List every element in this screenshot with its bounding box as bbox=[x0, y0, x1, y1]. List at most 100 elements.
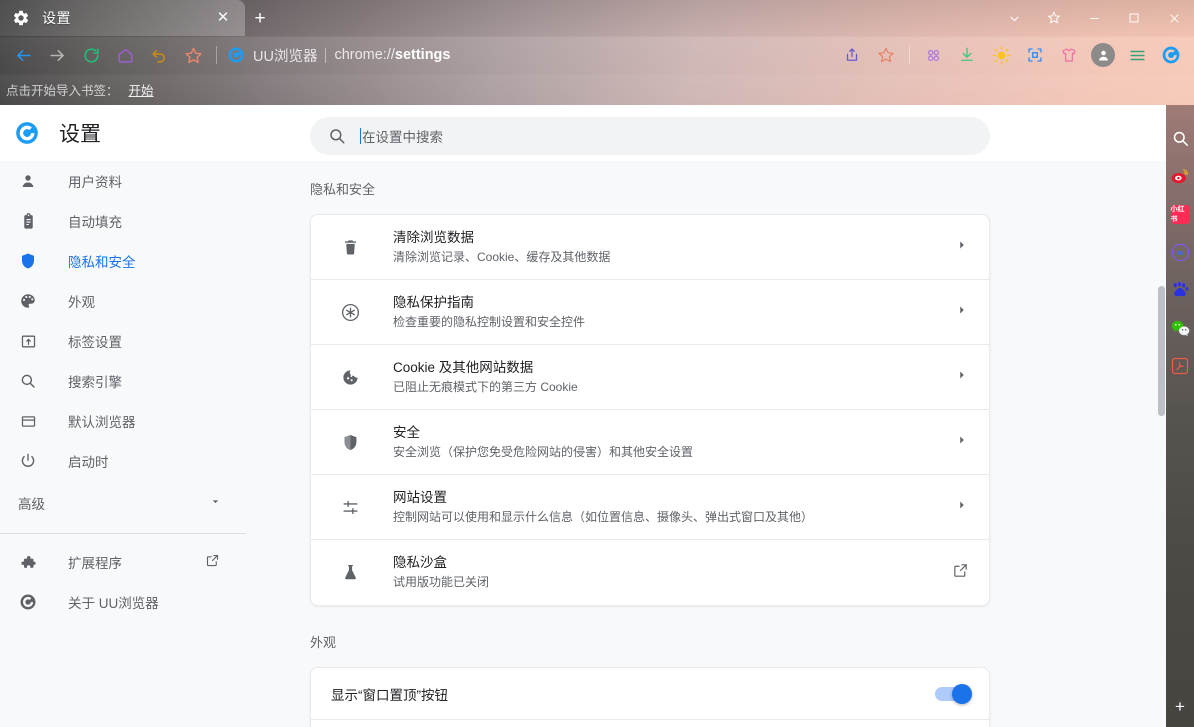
scrollbar-thumb[interactable] bbox=[1158, 286, 1165, 416]
new-tab-button[interactable]: + bbox=[248, 7, 272, 31]
shield-icon bbox=[339, 431, 361, 453]
brightness-icon[interactable] bbox=[984, 38, 1018, 72]
chevron-right-icon[interactable] bbox=[955, 498, 969, 517]
row-privacy-guide[interactable]: 隐私保护指南 检查重要的隐私控制设置和安全控件 bbox=[311, 280, 989, 345]
sidebar-item-default-browser[interactable]: 默认浏览器 bbox=[0, 401, 246, 441]
tab-settings[interactable]: 设置 ✕ bbox=[0, 0, 245, 36]
tab-strip: 设置 ✕ + bbox=[0, 0, 1194, 36]
sidebar-item-label: 搜索引擎 bbox=[68, 371, 122, 391]
row-subtitle: 清除浏览记录、Cookie、缓存及其他数据 bbox=[393, 250, 610, 264]
forward-arrow-icon[interactable] bbox=[40, 38, 74, 72]
skin-icon[interactable] bbox=[1052, 38, 1086, 72]
trash-icon bbox=[339, 236, 361, 258]
sidebar-item-privacy[interactable]: 隐私和安全 bbox=[0, 241, 246, 281]
sidebar-item-search-engine[interactable]: 搜索引擎 bbox=[0, 361, 246, 401]
search-icon bbox=[18, 371, 38, 391]
browser-logo-icon[interactable] bbox=[1154, 38, 1188, 72]
sidebar-item-about[interactable]: 关于 UU浏览器 bbox=[0, 582, 246, 622]
external-link-icon[interactable] bbox=[205, 553, 220, 571]
chevron-right-icon[interactable] bbox=[955, 238, 969, 257]
sliders-icon bbox=[339, 496, 361, 518]
sidebar-item-label: 扩展程序 bbox=[68, 552, 122, 572]
omnibox-url-prefix: chrome:// bbox=[334, 47, 394, 63]
sidebar-item-label: 外观 bbox=[68, 291, 95, 311]
browser-window: 设置 ✕ + bbox=[0, 0, 1194, 727]
sidebar-item-label: 关于 UU浏览器 bbox=[68, 592, 159, 612]
add-panel-button[interactable]: + bbox=[1166, 695, 1194, 719]
weibo-icon[interactable] bbox=[1169, 165, 1191, 187]
row-title: 隐私保护指南 bbox=[393, 295, 474, 310]
sidebar-item-tabs[interactable]: 标签设置 bbox=[0, 321, 246, 361]
sidebar-item-profile[interactable]: 用户资料 bbox=[0, 161, 246, 201]
section-title-privacy: 隐私和安全 bbox=[246, 161, 1166, 198]
chevron-right-icon[interactable] bbox=[955, 368, 969, 387]
chevron-right-icon[interactable] bbox=[955, 303, 969, 322]
section-title-appearance: 外观 bbox=[246, 606, 1166, 651]
omnibox-brand: UU浏览器 bbox=[253, 45, 317, 66]
chevron-right-icon[interactable] bbox=[955, 433, 969, 452]
undo-icon[interactable] bbox=[142, 38, 176, 72]
row-site-settings[interactable]: 网站设置 控制网站可以使用和显示什么信息（如位置信息、摄像头、弹出式窗口及其他） bbox=[311, 475, 989, 540]
sidebar-item-label: 隐私和安全 bbox=[68, 251, 136, 271]
minimize-icon[interactable] bbox=[1074, 0, 1114, 36]
tab-close-icon[interactable]: ✕ bbox=[215, 10, 231, 26]
wechat-icon[interactable] bbox=[1169, 317, 1191, 339]
sidebar-advanced-toggle[interactable]: 高级 bbox=[0, 481, 246, 525]
bookmarks-import-link[interactable]: 开始 bbox=[129, 80, 154, 99]
toggle-show-pin-window[interactable] bbox=[935, 687, 969, 701]
address-bar[interactable]: UU浏览器 chrome://settings bbox=[227, 42, 825, 68]
sidebar-item-startup[interactable]: 启动时 bbox=[0, 441, 246, 481]
row-title: 显示“窗口置顶”按钮 bbox=[331, 684, 935, 704]
shield-icon bbox=[18, 251, 38, 271]
row-text: 清除浏览数据 清除浏览记录、Cookie、缓存及其他数据 bbox=[393, 228, 955, 267]
maximize-icon[interactable] bbox=[1114, 0, 1154, 36]
apps-grid-icon[interactable] bbox=[916, 38, 950, 72]
sidebar-item-label: 用户资料 bbox=[68, 171, 122, 191]
back-arrow-icon[interactable] bbox=[6, 38, 40, 72]
row-privacy-sandbox[interactable]: 隐私沙盒 试用版功能已关闭 bbox=[311, 540, 989, 605]
download-icon[interactable] bbox=[950, 38, 984, 72]
page-title: 设置 bbox=[59, 118, 101, 148]
privacy-card: 清除浏览数据 清除浏览记录、Cookie、缓存及其他数据 隐私保护指南 检查重要… bbox=[310, 214, 990, 606]
page-scrollbar[interactable] bbox=[1156, 161, 1166, 727]
pin-icon[interactable] bbox=[1034, 0, 1074, 36]
clipboard-icon bbox=[18, 211, 38, 231]
search-icon[interactable] bbox=[1169, 127, 1191, 149]
xiaohongshu-icon[interactable]: 小红书 bbox=[1169, 203, 1191, 225]
search-input[interactable]: 在设置中搜索 bbox=[310, 117, 990, 155]
sidebar-item-label: 自动填充 bbox=[68, 211, 122, 231]
uu-logo-icon bbox=[14, 120, 40, 146]
pdf-icon[interactable] bbox=[1169, 355, 1191, 377]
omnibox-url-path: settings bbox=[395, 47, 451, 63]
share-icon[interactable] bbox=[835, 38, 869, 72]
home-icon[interactable] bbox=[108, 38, 142, 72]
sidebar-item-extensions[interactable]: 扩展程序 bbox=[0, 542, 246, 582]
close-icon[interactable] bbox=[1154, 0, 1194, 36]
star-outline-icon[interactable] bbox=[869, 38, 903, 72]
sidebar-item-appearance[interactable]: 外观 bbox=[0, 281, 246, 321]
row-show-pin-window-button[interactable]: 显示“窗口置顶”按钮 bbox=[311, 668, 989, 720]
bookmarks-import-prompt: 点击开始导入书签： bbox=[6, 80, 119, 99]
row-title: 隐私沙盒 bbox=[393, 555, 447, 570]
window-controls bbox=[994, 0, 1194, 36]
screenshot-icon[interactable] bbox=[1018, 38, 1052, 72]
star-icon[interactable] bbox=[176, 38, 210, 72]
menu-icon[interactable] bbox=[1120, 38, 1154, 72]
asterisk-circle-icon bbox=[339, 301, 361, 323]
external-link-icon[interactable] bbox=[952, 562, 969, 584]
reload-icon[interactable] bbox=[74, 38, 108, 72]
chevron-down-icon[interactable] bbox=[994, 0, 1034, 36]
avatar-icon[interactable] bbox=[1086, 38, 1120, 72]
row-show-home-button[interactable]: 显示“主页”按钮 bbox=[311, 720, 989, 727]
sidebar-divider bbox=[0, 533, 246, 534]
sidebar-item-autofill[interactable]: 自动填充 bbox=[0, 201, 246, 241]
settings-sidebar: 用户资料 自动填充 隐私和安全 外观 bbox=[0, 161, 246, 727]
omnibox-divider bbox=[325, 48, 326, 63]
row-cookies[interactable]: Cookie 及其他网站数据 已阻止无痕模式下的第三方 Cookie bbox=[311, 345, 989, 410]
baidu-icon[interactable] bbox=[1169, 279, 1191, 301]
row-clear-browsing-data[interactable]: 清除浏览数据 清除浏览记录、Cookie、缓存及其他数据 bbox=[311, 215, 989, 280]
settings-header: 设置 在设置中搜索 bbox=[0, 105, 1166, 161]
appearance-card: 显示“窗口置顶”按钮 显示“主页”按钮 bbox=[310, 667, 990, 727]
row-security[interactable]: 安全 安全浏览（保护您免受危险网站的侵害）和其他安全设置 bbox=[311, 410, 989, 475]
ai-icon[interactable]: AI bbox=[1169, 241, 1191, 263]
